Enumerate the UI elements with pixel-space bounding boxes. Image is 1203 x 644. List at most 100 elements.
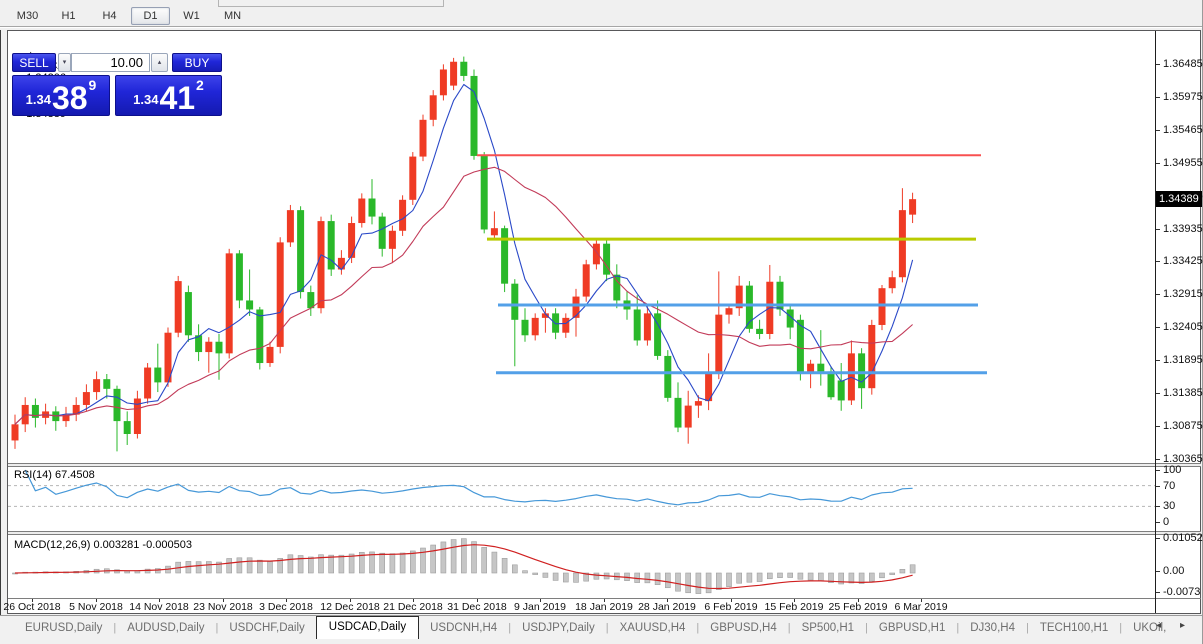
buy-price-pip: 2 bbox=[196, 77, 204, 93]
macd-axis-label: -0.0073 bbox=[1163, 586, 1201, 598]
macd-panel-splitter[interactable] bbox=[8, 531, 1201, 535]
macd-axis-tick bbox=[1156, 538, 1160, 539]
timeframe-button-m30[interactable]: M30 bbox=[8, 7, 47, 25]
one-click-trading-panel: SELL ▾ ▴ BUY 1.34 38 9 1.34 41 2 bbox=[12, 53, 223, 116]
timeframe-button-mn[interactable]: MN bbox=[213, 7, 252, 25]
volume-decrease-button[interactable]: ▾ bbox=[58, 53, 71, 72]
chart-tab-gbpusd-h1[interactable]: GBPUSD,H1 bbox=[868, 618, 956, 638]
timeframe-button-h4[interactable]: H4 bbox=[90, 7, 129, 25]
price-axis-label: 1.31385 bbox=[1163, 387, 1203, 399]
macd-axis-tick bbox=[1156, 571, 1160, 572]
docked-panel-edge bbox=[443, 0, 444, 6]
timeframe-button-w1[interactable]: W1 bbox=[172, 7, 211, 25]
timeframe-button-h1[interactable]: H1 bbox=[49, 7, 88, 25]
rsi-axis-label: 100 bbox=[1163, 464, 1182, 476]
sell-price-pip: 9 bbox=[88, 77, 97, 93]
rsi-axis-label: 0 bbox=[1163, 516, 1170, 528]
rsi-axis-tick bbox=[1156, 486, 1160, 487]
price-axis-label: 1.33935 bbox=[1163, 222, 1203, 235]
time-axis-label: 12 Dec 2018 bbox=[320, 601, 380, 613]
tab-scroll-arrows[interactable]: ◂ ▸ bbox=[1156, 620, 1193, 631]
macd-axis-tick bbox=[1156, 592, 1160, 593]
rsi-axis-label: 30 bbox=[1163, 500, 1176, 512]
chart-tab-audusd-daily[interactable]: AUDUSD,Daily bbox=[116, 618, 215, 638]
chart-tab-usdcnh-h4[interactable]: USDCNH,H4 bbox=[419, 618, 508, 638]
chart-tab-sp500-h1[interactable]: SP500,H1 bbox=[791, 618, 865, 638]
sell-price-main: 38 bbox=[51, 79, 88, 116]
price-axis-label: 1.33425 bbox=[1163, 255, 1203, 268]
macd-label: MACD(12,26,9) 0.003281 -0.000503 bbox=[14, 539, 192, 551]
price-axis-label: 1.35465 bbox=[1163, 123, 1203, 136]
price-axis-tick bbox=[1156, 327, 1160, 329]
rsi-line bbox=[24, 469, 913, 506]
time-axis[interactable]: 26 Oct 2018 5 Nov 2018 14 Nov 2018 23 Nov 2… bbox=[3, 599, 1155, 613]
price-axis-label: 1.31895 bbox=[1163, 354, 1203, 367]
time-axis-label: 5 Nov 2018 bbox=[69, 601, 123, 613]
timeframe-buttons: M30 H1 H4 D1 W1 MN bbox=[8, 5, 254, 26]
rsi-axis-tick bbox=[1156, 470, 1160, 471]
price-axis-label: 1.35975 bbox=[1163, 90, 1203, 103]
time-axis-label: 6 Feb 2019 bbox=[704, 601, 758, 613]
chart-tab-dj30-h4[interactable]: DJ30,H4 bbox=[959, 618, 1026, 638]
rsi-axis-tick bbox=[1156, 522, 1160, 523]
time-axis-label: 18 Jan 2019 bbox=[575, 601, 633, 613]
volume-increase-button[interactable]: ▴ bbox=[151, 53, 168, 72]
timeframe-toolbar: M30 H1 H4 D1 W1 MN bbox=[0, 0, 1203, 30]
price-axis-tick bbox=[1156, 393, 1160, 394]
buy-price-prefix: 1.34 bbox=[133, 92, 159, 107]
price-axis-label: 1.32405 bbox=[1163, 321, 1203, 334]
timeframe-button-d1[interactable]: D1 bbox=[131, 6, 170, 25]
price-axis-label: 1.30875 bbox=[1163, 419, 1203, 432]
rsi-indicator-canvas[interactable] bbox=[8, 466, 1155, 523]
chart-tab-usdjpy-daily[interactable]: USDJPY,Daily bbox=[511, 618, 606, 638]
sell-price-prefix: 1.34 bbox=[25, 92, 51, 107]
sell-price-button[interactable]: 1.34 38 9 bbox=[12, 75, 110, 116]
price-axis-tick bbox=[1156, 425, 1160, 427]
buy-button[interactable]: BUY bbox=[172, 53, 222, 72]
rsi-label: RSI(14) 67.4508 bbox=[14, 469, 95, 481]
buy-price-button[interactable]: 1.34 41 2 bbox=[115, 75, 222, 116]
chart-tab-gbpusd-h4[interactable]: GBPUSD,H4 bbox=[699, 618, 787, 638]
chart-tab-usdchf-daily[interactable]: USDCHF,Daily bbox=[218, 618, 315, 638]
price-axis-tick bbox=[1156, 360, 1160, 362]
macd-axis-label: 0.010525 bbox=[1163, 532, 1203, 544]
price-axis-label: 1.34955 bbox=[1163, 156, 1203, 169]
time-axis-label: 23 Nov 2018 bbox=[193, 601, 253, 613]
time-axis-label: 9 Jan 2019 bbox=[514, 601, 566, 613]
buy-price-main: 41 bbox=[159, 79, 196, 116]
price-axis-tick bbox=[1156, 228, 1160, 230]
time-axis-label: 15 Feb 2019 bbox=[764, 601, 824, 613]
current-price-tag: 1.34389 bbox=[1156, 191, 1202, 208]
price-axis-tick bbox=[1156, 294, 1160, 296]
time-axis-label: 26 Oct 2018 bbox=[3, 601, 61, 613]
time-axis-label: 14 Nov 2018 bbox=[129, 601, 189, 613]
price-axis-tick bbox=[1156, 458, 1160, 460]
chart-tab-tech100-h1[interactable]: TECH100,H1 bbox=[1029, 618, 1119, 638]
time-axis-label: 6 Mar 2019 bbox=[894, 601, 948, 613]
chart-tab-usdcad-daily[interactable]: USDCAD,Daily bbox=[315, 616, 420, 639]
time-axis-label: 28 Jan 2019 bbox=[638, 601, 696, 613]
status-bar bbox=[0, 640, 1203, 644]
chart-tab-eurusd-daily[interactable]: EURUSD,Daily bbox=[14, 618, 113, 638]
chart-tab-xauusd-h4[interactable]: XAUUSD,H4 bbox=[609, 618, 697, 638]
chart-tab-bar: EURUSD,Daily | AUDUSD,Daily | USDCHF,Daily US… bbox=[0, 615, 1203, 640]
price-axis-tick bbox=[1156, 64, 1160, 65]
price-axis-tick bbox=[1156, 162, 1160, 164]
time-axis-label: 31 Dec 2018 bbox=[447, 601, 507, 613]
macd-axis-label: 0.00 bbox=[1163, 565, 1185, 577]
window-left-edge bbox=[0, 0, 1, 644]
trading-platform-window: M30H1H4D1W1MN ▲ USDCAD,Daily 1.34206 1.3… bbox=[0, 0, 1203, 644]
price-axis-tick bbox=[1156, 129, 1160, 131]
time-axis-label: 21 Dec 2018 bbox=[383, 601, 443, 613]
price-axis-label: 1.32915 bbox=[1163, 288, 1203, 301]
rsi-axis-tick bbox=[1156, 506, 1160, 507]
price-axis-tick bbox=[1156, 96, 1160, 98]
price-axis-label: 1.36485 bbox=[1163, 58, 1203, 70]
price-axis-tick bbox=[1156, 261, 1160, 263]
rsi-axis-label: 70 bbox=[1163, 480, 1176, 492]
price-axis-border bbox=[1155, 31, 1156, 613]
volume-input[interactable] bbox=[71, 53, 150, 72]
time-axis-label: 25 Feb 2019 bbox=[828, 601, 888, 613]
time-axis-label: 3 Dec 2018 bbox=[259, 601, 313, 613]
sell-button[interactable]: SELL bbox=[12, 53, 56, 72]
